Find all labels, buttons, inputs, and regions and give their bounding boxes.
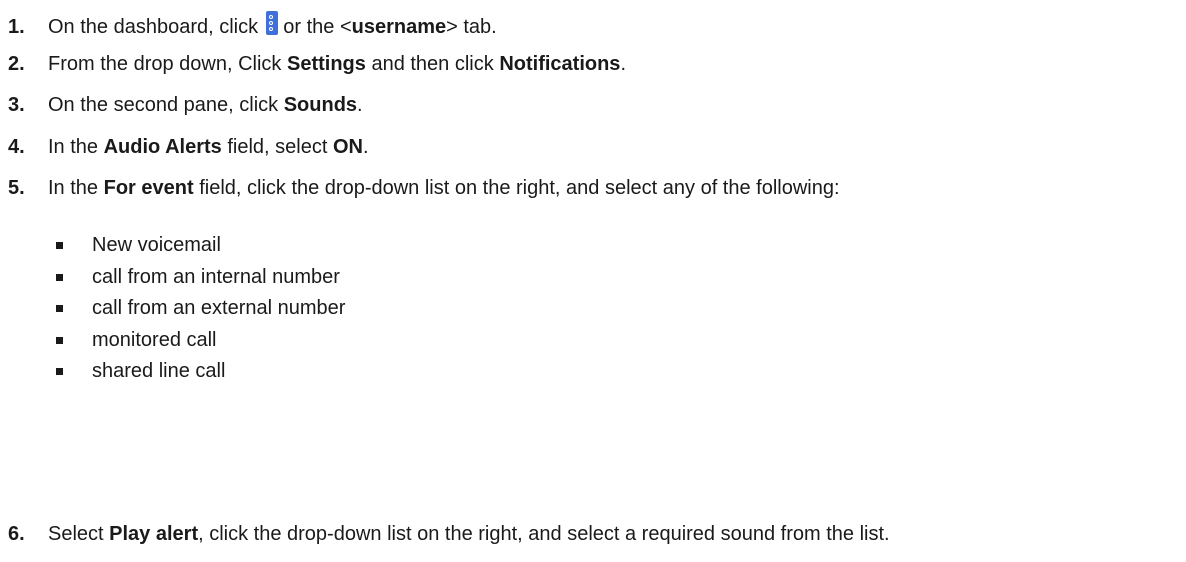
step-text: . (620, 53, 626, 75)
bullet-square-icon (56, 305, 63, 312)
step-text: Select (48, 523, 110, 545)
step-number: 3. (8, 94, 25, 116)
kebab-menu-icon (265, 11, 278, 35)
step-number: 6. (8, 523, 25, 545)
step-emphasis: Notifications (499, 53, 621, 75)
step-number: 5. (8, 177, 25, 199)
step-text: , click the drop-down list on the right,… (198, 523, 890, 545)
step-emphasis: For event (103, 177, 194, 199)
step-emphasis: Sounds (283, 94, 358, 116)
step-4: 4. In the Audio Alerts field, select ON. (8, 135, 369, 159)
step-5: 5. In the For event field, click the drop… (8, 176, 840, 200)
step-text: On the dashboard, click (48, 16, 264, 38)
step-text: or the < (277, 16, 352, 38)
step-6: 6. Select Play alert, click the drop-down… (8, 522, 890, 546)
step-emphasis: username (351, 16, 447, 38)
bullet-square-icon (56, 336, 63, 344)
step-number: 1. (8, 16, 25, 38)
event-options-list: New voicemail call from an internal numb… (52, 233, 345, 391)
list-item: shared line call (52, 359, 345, 391)
step-text: . (357, 94, 363, 116)
step-text: and then click (365, 53, 500, 75)
step-text: On the second pane, click (48, 94, 284, 116)
step-emphasis: Settings (286, 53, 366, 75)
step-number: 4. (8, 136, 25, 158)
step-text: . (362, 136, 369, 158)
step-text: From the drop down, Click (48, 53, 287, 75)
bullet-square-icon (56, 273, 63, 281)
step-text: field, click the drop-down list on the r… (193, 177, 840, 199)
list-item: New voicemail (52, 233, 345, 265)
step-text: In the (48, 177, 104, 199)
step-2: 2. From the drop down, Click Settings and… (8, 52, 626, 76)
list-item: monitored call (52, 328, 345, 360)
list-item: call from an internal number (52, 265, 345, 297)
list-item: call from an external number (52, 296, 345, 328)
step-emphasis: ON (332, 136, 363, 158)
step-1: 1. On the dashboard, click or the <userna… (8, 11, 497, 39)
step-3: 3. On the second pane, click Sounds. (8, 93, 363, 117)
bullet-square-icon (56, 368, 63, 375)
step-text: field, select (221, 136, 333, 158)
step-number: 2. (8, 53, 25, 75)
step-emphasis: Audio Alerts (103, 136, 222, 158)
step-text: In the (48, 136, 104, 158)
step-emphasis: Play alert (109, 523, 199, 545)
bullet-square-icon (56, 242, 63, 249)
step-text: > tab. (446, 16, 497, 38)
